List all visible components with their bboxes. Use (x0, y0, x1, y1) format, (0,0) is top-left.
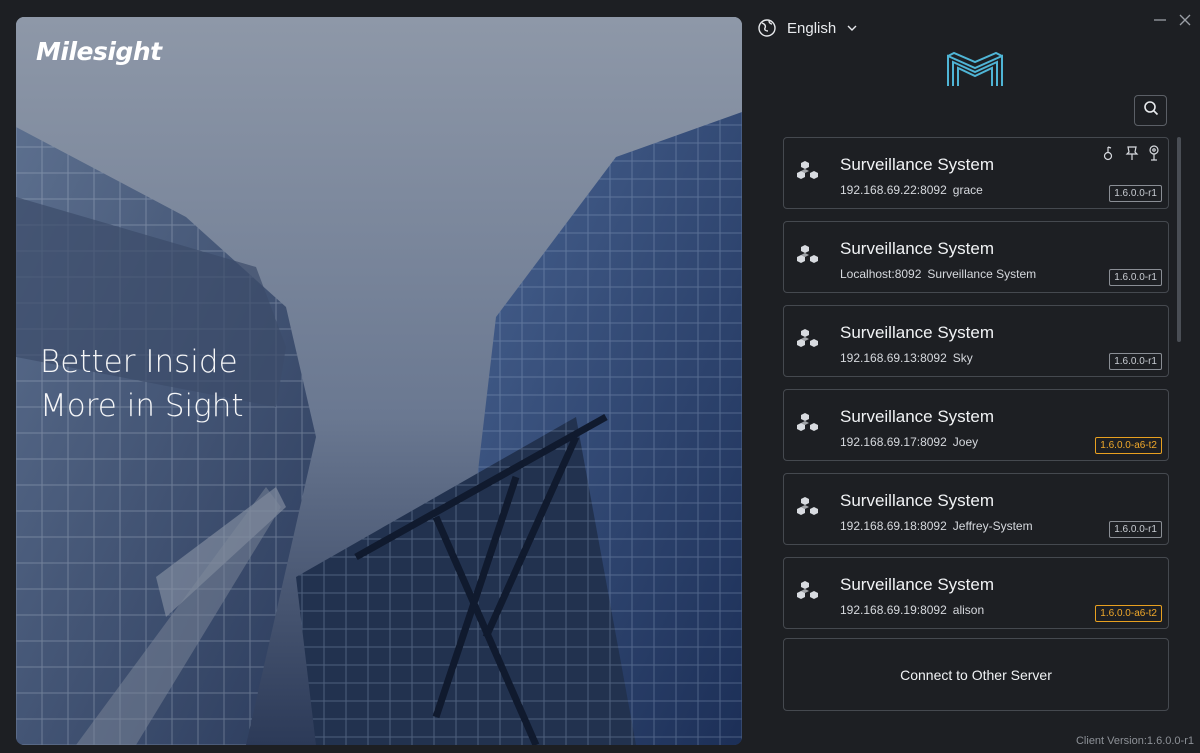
server-address: 192.168.69.18:8092 (840, 519, 947, 533)
server-cubes-icon (797, 244, 821, 270)
version-badge: 1.6.0.0-r1 (1109, 185, 1162, 202)
server-address-row: 192.168.69.17:8092 Joey (840, 435, 978, 449)
tagline-line-2: More in Sight (40, 388, 244, 424)
server-card[interactable]: Surveillance System 192.168.69.19:8092 al… (783, 557, 1169, 629)
server-card[interactable]: Surveillance System 192.168.69.18:8092 Je… (783, 473, 1169, 545)
server-list-scrollbar[interactable] (1177, 137, 1181, 342)
server-user: grace (952, 183, 983, 197)
server-name: Surveillance System (840, 575, 995, 594)
server-cubes-icon (797, 496, 821, 522)
server-address: 192.168.69.22:8092 (840, 183, 947, 197)
server-address-row: 192.168.69.19:8092 alison (840, 603, 984, 617)
search-button[interactable] (1134, 95, 1167, 126)
card-action-icons (1102, 145, 1160, 166)
server-user: alison (952, 603, 985, 617)
search-icon (1143, 100, 1159, 121)
version-badge: 1.6.0.0-r1 (1109, 269, 1162, 286)
server-address: 192.168.69.19:8092 (840, 603, 947, 617)
server-address-row: 192.168.69.18:8092 Jeffrey-System (840, 519, 1033, 533)
server-user: Sky (952, 351, 973, 365)
server-name: Surveillance System (840, 407, 995, 426)
server-user: Jeffrey-System (952, 519, 1033, 533)
server-address-row: 192.168.69.22:8092 grace (840, 183, 983, 197)
version-badge: 1.6.0.0-r1 (1109, 353, 1162, 370)
server-user: Joey (952, 435, 979, 449)
server-card[interactable]: Surveillance System Localhost:8092 Survei… (783, 221, 1169, 293)
server-cubes-icon (797, 580, 821, 606)
server-address: 192.168.69.13:8092 (840, 351, 947, 365)
server-address: 192.168.69.17:8092 (840, 435, 947, 449)
connect-other-server-button[interactable]: Connect to Other Server (783, 638, 1169, 711)
hero-image: Milesight Better Inside More in Sight (16, 17, 742, 745)
server-user: Surveillance System (927, 267, 1037, 281)
login-window: Milesight Better Inside More in Sight En… (0, 0, 1200, 753)
version-badge-warning: 1.6.0.0-a6-t2 (1095, 605, 1162, 622)
server-name: Surveillance System (840, 155, 995, 174)
pin-icon[interactable] (1125, 145, 1139, 166)
touch-icon[interactable] (1102, 145, 1116, 166)
minimize-icon[interactable] (1150, 10, 1170, 30)
server-card[interactable]: Surveillance System 192.168.69.22:8092 gr… (783, 137, 1169, 209)
server-card[interactable]: Surveillance System 192.168.69.13:8092 Sk… (783, 305, 1169, 377)
remote-icon[interactable] (1148, 145, 1160, 166)
server-address-row: Localhost:8092 Surveillance System (840, 267, 1036, 281)
brand-logo: Milesight (36, 37, 162, 66)
server-name: Surveillance System (840, 491, 995, 510)
server-name: Surveillance System (840, 239, 995, 258)
server-address-row: 192.168.69.13:8092 Sky (840, 351, 973, 365)
server-address: Localhost:8092 (840, 267, 922, 281)
chevron-down-icon (846, 22, 858, 34)
tagline-line-1: Better Inside (40, 344, 238, 380)
globe-icon (757, 18, 777, 38)
server-cubes-icon (797, 412, 821, 438)
server-cubes-icon (797, 328, 821, 354)
client-version: Client Version:1.6.0.0-r1 (1075, 735, 1194, 747)
language-selector[interactable]: English (757, 18, 858, 38)
server-list: Surveillance System 192.168.69.22:8092 gr… (783, 137, 1169, 641)
version-badge-warning: 1.6.0.0-a6-t2 (1095, 437, 1162, 454)
server-name: Surveillance System (840, 323, 995, 342)
server-cubes-icon (797, 160, 821, 186)
tagline: Better Inside More in Sight (40, 340, 244, 428)
milesight-logo (945, 50, 1005, 88)
server-card[interactable]: Surveillance System 192.168.69.17:8092 Jo… (783, 389, 1169, 461)
language-label: English (787, 19, 837, 37)
version-badge: 1.6.0.0-r1 (1109, 521, 1162, 538)
close-icon[interactable] (1175, 10, 1195, 30)
